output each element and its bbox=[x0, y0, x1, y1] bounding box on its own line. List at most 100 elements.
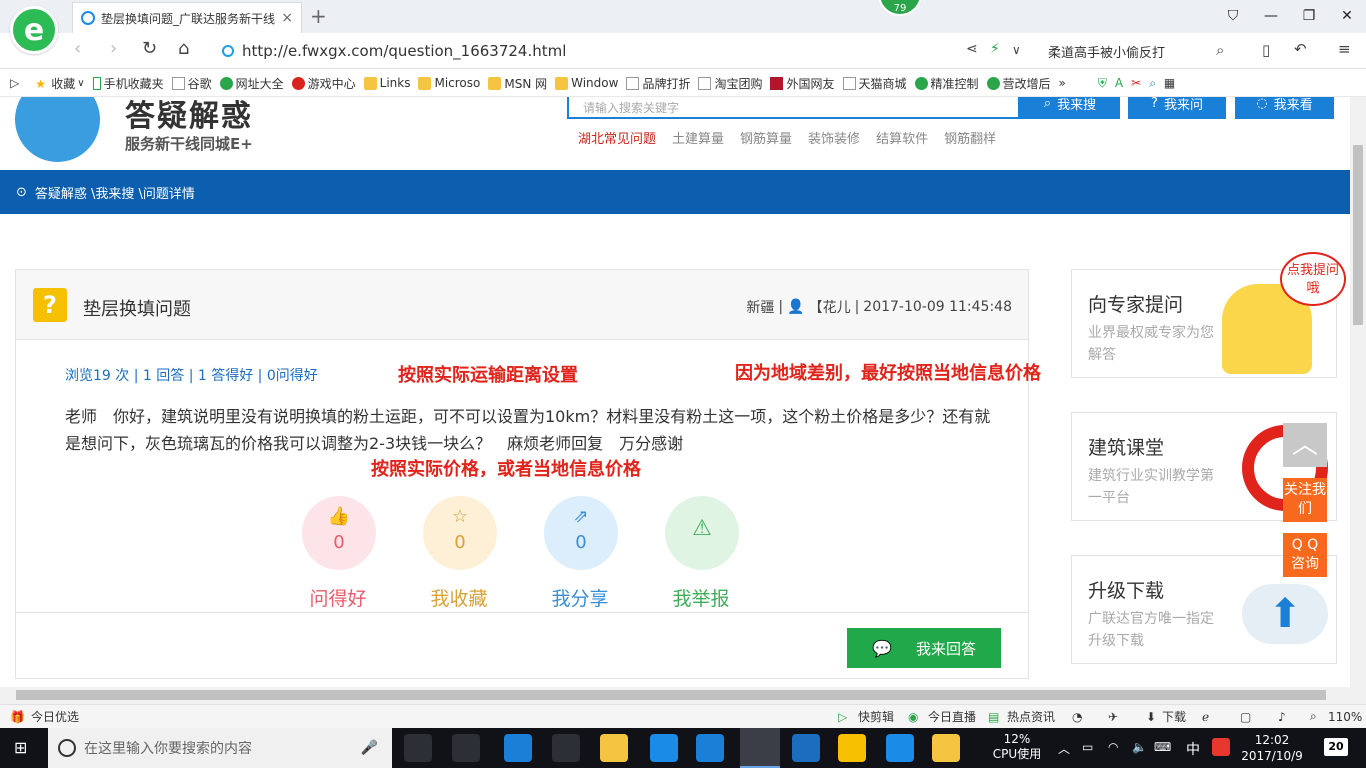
report-button[interactable]: ⚠ bbox=[665, 496, 739, 570]
menu-icon[interactable]: ≡ bbox=[1338, 40, 1351, 58]
edge-icon[interactable] bbox=[504, 734, 532, 762]
favorite-button[interactable]: ☆ 0 bbox=[423, 496, 497, 570]
sidebar-toggle-icon[interactable]: ▷ bbox=[10, 76, 19, 90]
browser-taskbar-icon[interactable] bbox=[740, 728, 780, 768]
taskbar-search[interactable]: 在这里输入你要搜索的内容 🎤 bbox=[48, 728, 392, 768]
zoom-icon[interactable]: ⌕ bbox=[1149, 76, 1156, 91]
report-label[interactable]: 我举报 bbox=[651, 584, 751, 611]
qq-consult-button[interactable]: Q Q 咨询 bbox=[1283, 533, 1327, 577]
bookmark-item[interactable]: ★ 收藏 ∨ bbox=[35, 75, 84, 92]
share-button[interactable]: ⇗ 0 bbox=[544, 496, 618, 570]
cpu-meter[interactable]: 12% CPU使用 bbox=[990, 732, 1044, 762]
keyboard-icon[interactable]: ⌨ bbox=[1154, 740, 1171, 754]
app-icon[interactable] bbox=[886, 734, 914, 762]
ie-icon[interactable] bbox=[650, 734, 678, 762]
speaker-icon[interactable]: 🔈 bbox=[1132, 740, 1147, 754]
restore-icon[interactable]: ❐ bbox=[1290, 0, 1328, 33]
tab-close-icon[interactable]: × bbox=[281, 10, 293, 26]
zoom-level[interactable]: 110% bbox=[1328, 710, 1362, 724]
notes-icon[interactable] bbox=[932, 734, 960, 762]
bookmark-item[interactable]: Window bbox=[555, 76, 618, 90]
undo-icon[interactable]: ↶ bbox=[1294, 40, 1307, 58]
hot-link[interactable]: 钢筋算量 bbox=[740, 128, 792, 147]
daily-picks[interactable]: 今日优选 bbox=[31, 708, 79, 725]
notification-center[interactable]: 20 bbox=[1324, 738, 1348, 756]
tray-chevron-icon[interactable]: ︿ bbox=[1058, 740, 1070, 757]
status-item[interactable]: 快剪辑 bbox=[858, 708, 894, 725]
scissors-icon[interactable]: ✂ bbox=[1131, 76, 1141, 90]
bookmarks-more-button[interactable]: » bbox=[1059, 76, 1066, 90]
share-icon[interactable]: ⋖ bbox=[966, 41, 978, 57]
forward-icon[interactable]: › bbox=[110, 38, 117, 59]
scrollbar-thumb[interactable] bbox=[1353, 145, 1363, 325]
lightning-icon[interactable]: ⚡ bbox=[990, 41, 1000, 57]
bookmark-item[interactable]: Microso bbox=[418, 76, 480, 90]
minimize-icon[interactable]: — bbox=[1252, 0, 1290, 33]
bookmark-item[interactable]: 品牌打折 bbox=[626, 75, 690, 92]
help-icon[interactable] bbox=[838, 734, 866, 762]
wifi-icon[interactable]: ◠ bbox=[1108, 740, 1118, 754]
site-search-input[interactable]: 请输入搜索关键字 bbox=[567, 97, 1020, 119]
bookmark-item[interactable]: 网址大全 bbox=[219, 75, 284, 92]
app-icon[interactable] bbox=[792, 734, 820, 762]
bookmark-item[interactable]: 精准控制 bbox=[914, 75, 979, 92]
hot-link[interactable]: 装饰装修 bbox=[808, 128, 860, 147]
bookmark-item[interactable]: 天猫商城 bbox=[842, 75, 907, 92]
search-icon[interactable]: ⌕ bbox=[1216, 41, 1224, 59]
hot-link[interactable]: 土建算量 bbox=[672, 128, 724, 147]
ask-button[interactable]: ? 我来问 bbox=[1128, 97, 1226, 119]
bookmark-item[interactable]: MSN 网 bbox=[488, 75, 547, 92]
browser-tab[interactable]: 垫层换填问题_广联达服务新干线 × bbox=[72, 2, 302, 33]
mobile-icon[interactable]: ▯ bbox=[1262, 41, 1270, 59]
browser-search-box[interactable]: 柔道高手被小偷反打 bbox=[1040, 39, 1240, 63]
follow-us-button[interactable]: 关注我们 bbox=[1283, 478, 1327, 522]
hot-link[interactable]: 钢筋翻样 bbox=[944, 128, 996, 147]
share-label[interactable]: 我分享 bbox=[530, 584, 630, 611]
horizontal-scrollbar[interactable] bbox=[0, 687, 1366, 704]
reload-icon[interactable]: ↻ bbox=[142, 38, 157, 59]
taskview-icon[interactable] bbox=[404, 734, 432, 762]
user-name[interactable]: 【花儿 bbox=[809, 297, 851, 317]
status-item[interactable]: 今日直播 bbox=[928, 708, 976, 725]
new-tab-button[interactable]: + bbox=[310, 4, 327, 28]
bookmark-item[interactable]: 手机收藏夹 bbox=[92, 75, 164, 92]
grid-icon[interactable]: ▦ bbox=[1164, 76, 1175, 90]
windows-start-icon[interactable]: ⊞ bbox=[14, 738, 27, 757]
bookmark-item[interactable]: 外国网友 bbox=[770, 75, 835, 92]
back-icon[interactable]: ‹ bbox=[74, 38, 81, 59]
view-button[interactable]: ◌ 我来看 bbox=[1235, 97, 1334, 119]
like-label[interactable]: 问得好 bbox=[288, 584, 388, 611]
hot-link[interactable]: 结算软件 bbox=[876, 128, 928, 147]
close-icon[interactable]: ✕ bbox=[1328, 0, 1366, 33]
volume-icon[interactable]: ♪ bbox=[1278, 710, 1286, 724]
microphone-icon[interactable]: 🎤 bbox=[361, 740, 378, 756]
vertical-scrollbar[interactable] bbox=[1350, 97, 1366, 687]
speed-badge[interactable]: 79 bbox=[878, 0, 922, 16]
favorite-label[interactable]: 我收藏 bbox=[409, 584, 509, 611]
ie-mode-icon[interactable]: ℯ bbox=[1202, 710, 1209, 724]
sogou-icon[interactable] bbox=[1212, 738, 1230, 756]
scrollbar-thumb[interactable] bbox=[16, 690, 1326, 700]
shield-icon[interactable]: ⛨ bbox=[1098, 76, 1107, 91]
bookmark-item[interactable]: 游戏中心 bbox=[291, 75, 356, 92]
glodon-icon[interactable] bbox=[696, 734, 724, 762]
file-explorer-icon[interactable] bbox=[600, 734, 628, 762]
network-icon[interactable]: ▭ bbox=[1082, 740, 1093, 754]
hot-link[interactable]: 湖北常见问题 bbox=[578, 128, 656, 147]
breadcrumb[interactable]: 答疑解惑 \我来搜 \问题详情 bbox=[35, 183, 195, 202]
window-icon[interactable]: ▢ bbox=[1240, 710, 1251, 724]
browser-logo-icon[interactable]: e bbox=[10, 6, 58, 54]
site-logo[interactable]: 答疑解惑 服务新干线同城E+ bbox=[15, 97, 275, 162]
ask-expert-card[interactable]: 向专家提问 业界最权威专家为您解答 点我提问哦 bbox=[1071, 252, 1346, 378]
app-icon[interactable] bbox=[452, 734, 480, 762]
back-to-top-button[interactable]: ︿ bbox=[1283, 423, 1327, 467]
home-icon[interactable]: ⌂ bbox=[178, 38, 189, 59]
translate-icon[interactable]: A bbox=[1115, 76, 1123, 90]
like-button[interactable]: 👍 0 bbox=[302, 496, 376, 570]
speed-icon[interactable]: ◔ bbox=[1072, 710, 1082, 724]
ime-indicator[interactable]: 中 bbox=[1186, 739, 1200, 759]
search-button[interactable]: ⌕ 我来搜 bbox=[1020, 97, 1120, 119]
shirt-icon[interactable]: ⛉ bbox=[1214, 0, 1252, 33]
bookmark-item[interactable]: Links bbox=[363, 76, 410, 90]
store-icon[interactable] bbox=[552, 734, 580, 762]
